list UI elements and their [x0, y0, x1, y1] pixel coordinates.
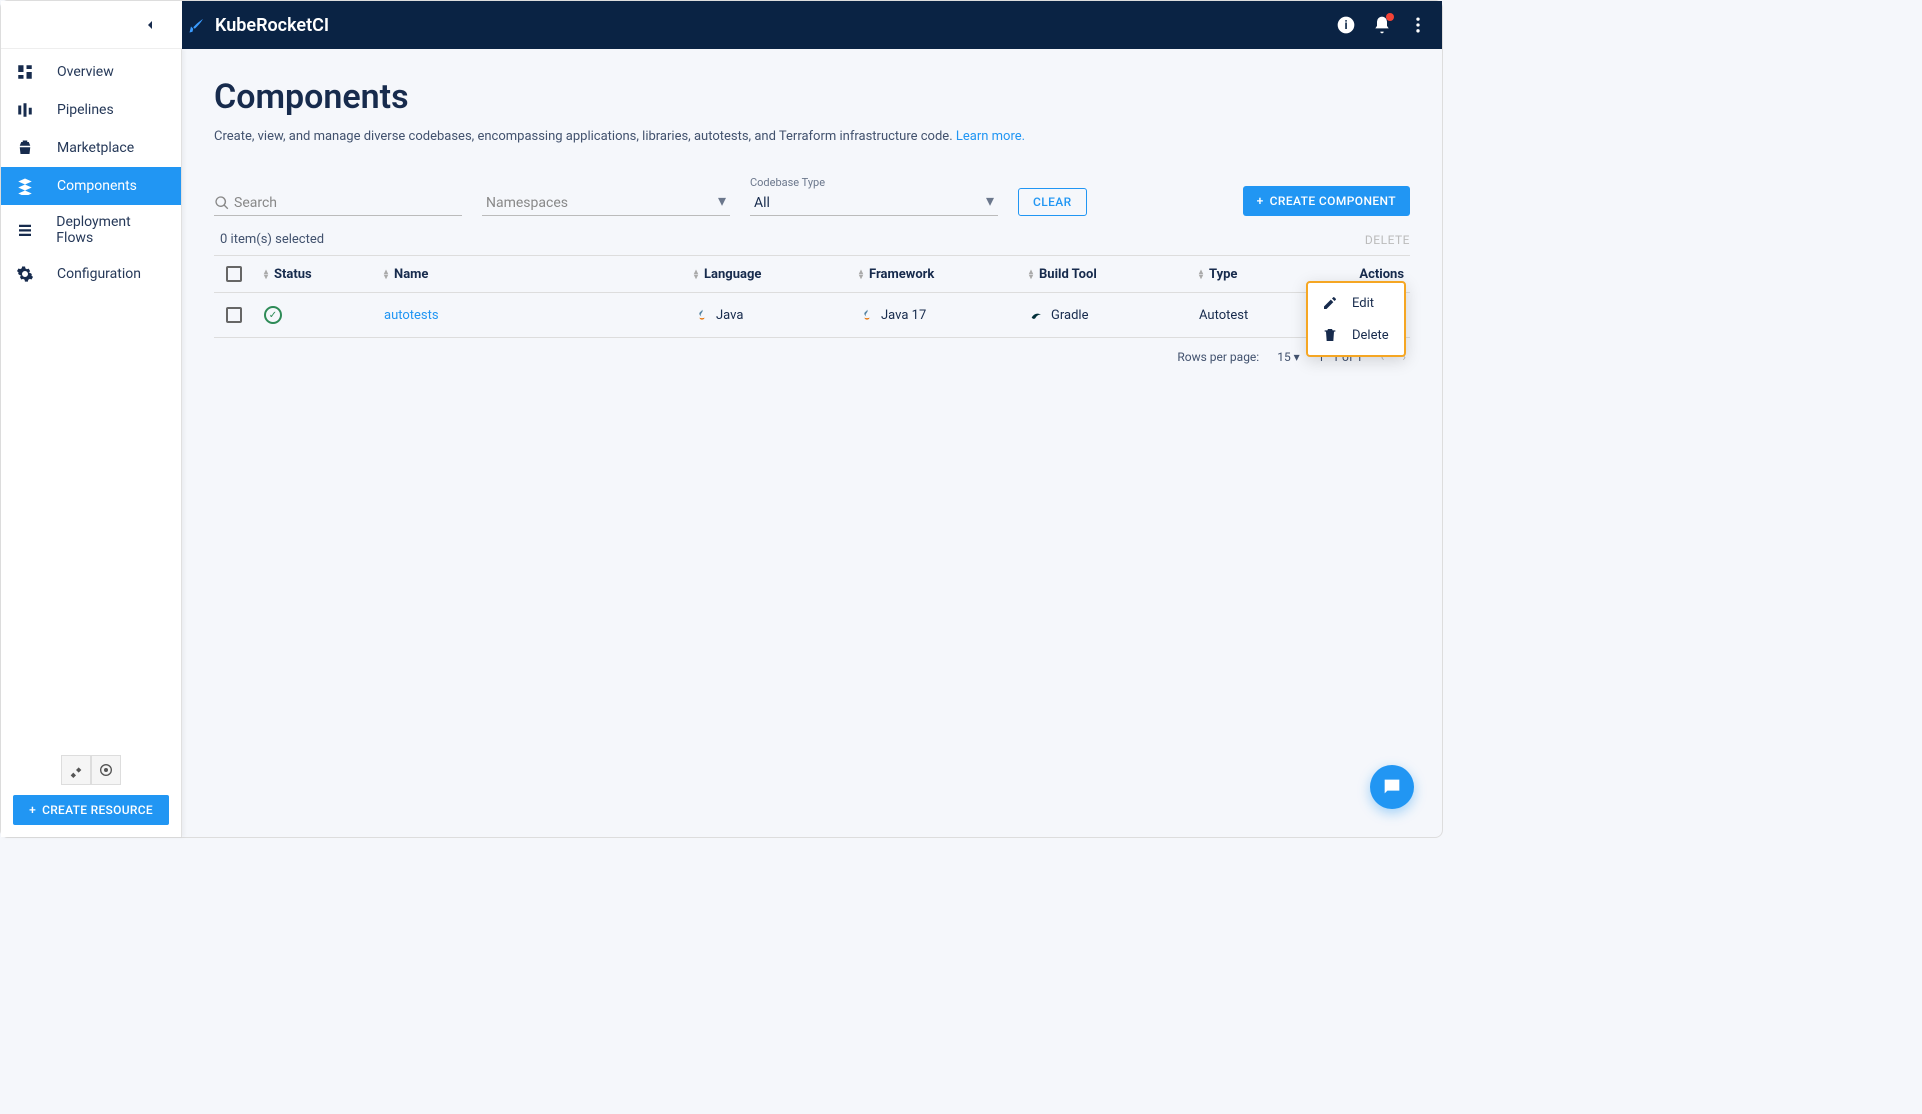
app-header: KubeRocketCI i [1, 1, 1442, 49]
plus-icon: + [1257, 194, 1264, 208]
plus-icon: + [29, 803, 36, 817]
delete-selected-button[interactable]: DELETE [1365, 233, 1410, 247]
sidebar-item-overview[interactable]: Overview [1, 53, 181, 91]
bell-icon[interactable] [1370, 13, 1394, 37]
components-icon [15, 176, 35, 196]
context-delete[interactable]: Delete [1308, 319, 1404, 351]
more-icon[interactable] [1406, 13, 1430, 37]
sort-icon: ▴▾ [859, 269, 863, 279]
app-name: KubeRocketCI [215, 15, 329, 36]
configuration-icon [15, 264, 35, 284]
deployment-flows-icon [15, 220, 34, 240]
table-row: ✓ autotests Java Java 17 Gradle Autotes [214, 293, 1410, 338]
rows-per-page-select[interactable]: 15 ▾ [1277, 350, 1300, 364]
info-icon[interactable]: i [1334, 13, 1358, 37]
context-edit[interactable]: Edit [1308, 287, 1404, 319]
java-icon [694, 307, 710, 323]
rocket-icon [187, 15, 207, 35]
sidebar-item-marketplace[interactable]: Marketplace [1, 129, 181, 167]
th-framework[interactable]: ▴▾Framework [859, 267, 1029, 282]
create-component-button[interactable]: + CREATE COMPONENT [1243, 186, 1410, 216]
notification-dot [1386, 13, 1394, 21]
chat-icon [1381, 776, 1403, 798]
cell-language: Java [694, 307, 859, 323]
component-name-link[interactable]: autotests [384, 308, 439, 323]
main-content: Components Create, view, and manage dive… [182, 49, 1442, 837]
sidebar-item-label: Components [57, 178, 137, 194]
namespaces-select[interactable]: ▾ [482, 191, 730, 216]
sort-icon: ▴▾ [384, 269, 388, 279]
sidebar-item-label: Marketplace [57, 140, 134, 156]
search-input[interactable] [230, 191, 462, 215]
overview-icon [15, 62, 35, 82]
table-header: ▴▾Status ▴▾Name ▴▾Language ▴▾Framework ▴… [214, 255, 1410, 293]
cell-status: ✓ [264, 306, 384, 324]
selection-count: 0 item(s) selected [220, 232, 324, 247]
th-status[interactable]: ▴▾Status [264, 267, 384, 282]
java-icon [859, 307, 875, 323]
svg-text:i: i [1344, 18, 1347, 32]
status-ok-icon: ✓ [264, 306, 282, 324]
rows-per-page-label: Rows per page: [1177, 350, 1259, 364]
create-resource-button[interactable]: + CREATE RESOURCE [13, 795, 169, 825]
th-type[interactable]: ▴▾Type [1199, 267, 1339, 282]
tool-button-2[interactable] [91, 755, 121, 785]
tool-button-1[interactable] [61, 755, 91, 785]
sidebar-item-components[interactable]: Components [1, 167, 181, 205]
chat-fab[interactable] [1370, 765, 1414, 809]
marketplace-icon [15, 138, 35, 158]
select-all-checkbox[interactable] [226, 266, 242, 282]
chevron-down-icon: ▾ [986, 191, 994, 210]
sort-icon: ▴▾ [264, 269, 268, 279]
search-input-wrap [214, 191, 462, 216]
sidebar-collapse-button[interactable] [1, 1, 182, 49]
search-icon [214, 195, 230, 211]
row-context-menu: Edit Delete [1306, 281, 1406, 357]
logo[interactable]: KubeRocketCI [187, 15, 329, 36]
row-checkbox[interactable] [226, 307, 242, 323]
cell-framework: Java 17 [859, 307, 1029, 323]
sidebar-item-label: Pipelines [57, 102, 114, 118]
codebase-type-select[interactable]: Codebase Type ▾ [750, 176, 998, 216]
gradle-icon [1029, 307, 1045, 323]
sidebar-item-configuration[interactable]: Configuration [1, 255, 181, 293]
th-actions: Actions [1339, 267, 1410, 282]
sort-icon: ▴▾ [1199, 269, 1203, 279]
th-name[interactable]: ▴▾Name [384, 267, 694, 282]
page-description: Create, view, and manage diverse codebas… [214, 129, 1410, 144]
pencil-icon [1322, 295, 1338, 311]
th-language[interactable]: ▴▾Language [694, 267, 859, 282]
sidebar-item-deployment-flows[interactable]: Deployment Flows [1, 205, 181, 255]
pipelines-icon [15, 100, 35, 120]
sort-icon: ▴▾ [1029, 269, 1033, 279]
sidebar-item-label: Configuration [57, 266, 141, 282]
sort-icon: ▴▾ [694, 269, 698, 279]
learn-more-link[interactable]: Learn more. [956, 129, 1025, 144]
sidebar-item-pipelines[interactable]: Pipelines [1, 91, 181, 129]
trash-icon [1322, 327, 1338, 343]
clear-button[interactable]: CLEAR [1018, 188, 1087, 216]
th-build-tool[interactable]: ▴▾Build Tool [1029, 267, 1199, 282]
page-title: Components [214, 77, 1410, 117]
sidebar: Overview Pipelines Marketplace Component… [1, 49, 182, 837]
cell-build-tool: Gradle [1029, 307, 1199, 323]
sidebar-item-label: Overview [57, 64, 114, 80]
pagination: Rows per page: 15 ▾ 1–1 of 1 ‹ › [182, 338, 1442, 376]
sidebar-item-label: Deployment Flows [56, 214, 167, 246]
chevron-left-icon [142, 17, 158, 33]
chevron-down-icon: ▾ [718, 191, 726, 210]
